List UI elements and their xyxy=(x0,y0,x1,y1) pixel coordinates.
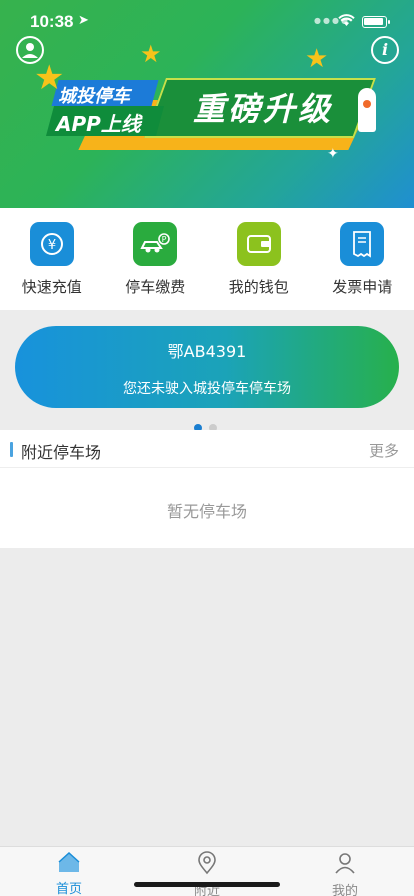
more-link[interactable]: 更多 xyxy=(369,440,399,461)
star-icon: ★ xyxy=(34,58,65,98)
tab-home[interactable]: 首页 xyxy=(0,847,138,896)
action-wallet[interactable]: 我的钱包 xyxy=(207,208,311,310)
nearby-header: 附近停车场 更多 xyxy=(0,430,414,468)
yuan-refresh-icon: ¥ xyxy=(29,222,74,266)
nearby-section: 附近停车场 更多 暂无停车场 xyxy=(0,430,414,548)
quick-actions: ¥ 快速充值 P 停车缴费 我的钱包 发票申请 xyxy=(0,208,414,310)
person-icon xyxy=(335,853,355,874)
invoice-tax-icon xyxy=(340,222,385,266)
section-accent-bar xyxy=(10,442,13,457)
action-parking-pay[interactable]: P 停车缴费 xyxy=(104,208,208,310)
home-icon xyxy=(58,851,80,872)
empty-state-text: 暂无停车场 xyxy=(166,502,247,521)
status-bar: 10:38 ➤ ●●●● xyxy=(0,0,414,44)
star-icon: ★ xyxy=(140,40,162,68)
location-arrow-icon: ➤ xyxy=(78,13,89,28)
tab-nearby[interactable]: 附近 xyxy=(138,847,276,896)
action-recharge[interactable]: ¥ 快速充值 xyxy=(0,208,104,310)
tab-mine[interactable]: 我的 xyxy=(276,847,414,896)
battery-icon xyxy=(362,16,390,28)
action-label: 快速充值 xyxy=(21,278,82,296)
banner-tag-line2: APP上线 xyxy=(56,112,141,136)
banner-tag-line1: 城投停车 xyxy=(58,86,130,107)
banner-headline: 重磅升级 xyxy=(192,90,333,128)
wifi-icon xyxy=(338,14,355,26)
action-label: 我的钱包 xyxy=(228,278,289,296)
promo-banner[interactable]: 10:38 ➤ ●●●● i 重磅升级 城投停车 APP上线 ★ ★ ★ ✦ xyxy=(0,0,414,208)
action-label: 发票申请 xyxy=(332,278,393,296)
tab-label: 首页 xyxy=(55,882,82,896)
star-icon: ✦ xyxy=(327,146,339,162)
car-parking-icon: P xyxy=(133,222,178,266)
rocket-icon xyxy=(358,88,376,132)
parking-status-message: 您还未驶入城投停车停车场 xyxy=(123,381,291,397)
info-icon: i xyxy=(381,40,389,59)
info-button[interactable]: i xyxy=(371,36,399,64)
home-indicator[interactable] xyxy=(134,882,280,887)
svg-text:P: P xyxy=(162,235,167,244)
tab-bar: 首页 附近 我的 xyxy=(0,846,414,896)
wallet-icon xyxy=(236,222,281,266)
status-time: 10:38 xyxy=(30,12,74,31)
vehicle-card[interactable]: 鄂AB4391 您还未驶入城投停车停车场 xyxy=(15,326,399,408)
action-invoice[interactable]: 发票申请 xyxy=(311,208,414,310)
nearby-title: 附近停车场 xyxy=(21,443,102,462)
plate-number: 鄂AB4391 xyxy=(167,342,247,361)
svg-text:¥: ¥ xyxy=(48,238,56,253)
action-label: 停车缴费 xyxy=(125,278,186,296)
star-icon: ★ xyxy=(305,44,329,74)
tab-label: 我的 xyxy=(331,884,358,896)
location-pin-icon xyxy=(198,851,216,875)
